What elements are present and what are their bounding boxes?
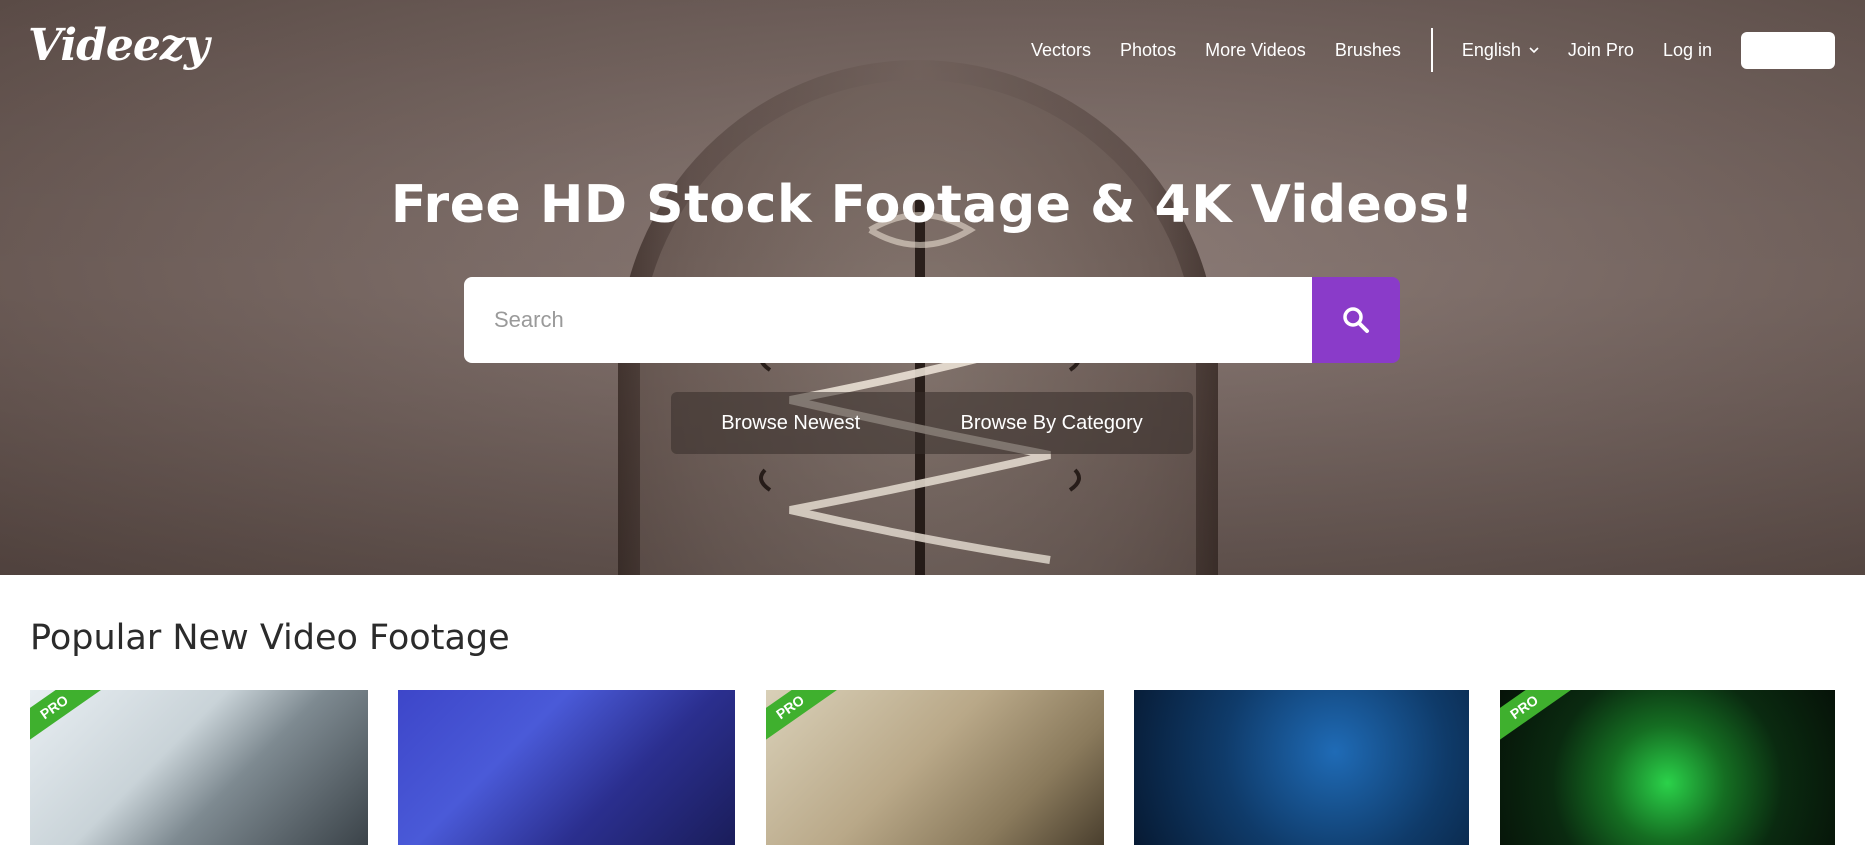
language-label: English — [1461, 39, 1521, 60]
hero-headline: Free HD Stock Footage & 4K Videos! — [390, 175, 1475, 235]
nav-photos[interactable]: Photos — [1120, 40, 1176, 61]
join-pro-link[interactable]: Join Pro — [1568, 40, 1634, 61]
hero-banner: Videezy Vectors Photos More Videos Brush… — [0, 0, 1865, 575]
search-input[interactable] — [464, 277, 1312, 363]
browse-newest-link[interactable]: Browse Newest — [721, 412, 860, 435]
nav-more-videos[interactable]: More Videos — [1205, 40, 1306, 61]
chevron-down-icon — [1529, 47, 1539, 54]
video-thumbnail[interactable]: PRO — [766, 690, 1104, 845]
video-thumbnail[interactable] — [398, 690, 735, 845]
videezy-logo[interactable]: Videezy — [28, 20, 209, 71]
video-grid: PRO PRO PRO — [30, 690, 1835, 845]
nav-vectors[interactable]: Vectors — [1031, 40, 1091, 61]
nav-divider — [1430, 28, 1433, 72]
browse-bar: Browse Newest Browse By Category — [671, 392, 1193, 454]
top-nav: Vectors Photos More Videos Brushes Engli… — [1002, 28, 1835, 72]
pro-badge: PRO — [30, 690, 111, 746]
video-thumbnail[interactable] — [1134, 690, 1469, 845]
nav-brushes[interactable]: Brushes — [1335, 40, 1401, 61]
language-selector[interactable]: English — [1462, 40, 1539, 61]
pro-badge: PRO — [766, 690, 847, 746]
search-bar — [464, 277, 1400, 363]
search-button[interactable] — [1312, 277, 1400, 363]
browse-by-category-link[interactable]: Browse By Category — [961, 412, 1143, 435]
signup-button[interactable]: Sign up — [1741, 31, 1835, 69]
pro-badge: PRO — [1500, 690, 1581, 746]
video-thumbnail[interactable]: PRO — [30, 690, 368, 845]
section-title: Popular New Video Footage — [30, 618, 510, 658]
search-icon — [1343, 307, 1369, 333]
login-link[interactable]: Log in — [1663, 40, 1712, 61]
video-thumbnail[interactable]: PRO — [1500, 690, 1835, 845]
